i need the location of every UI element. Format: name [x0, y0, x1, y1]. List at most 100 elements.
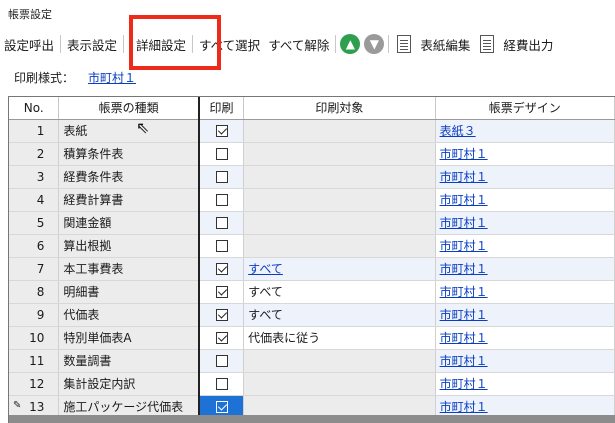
table-row[interactable]: 3 経費条件表 市町村１ [9, 165, 615, 189]
report-design-cell[interactable]: 市町村１ [435, 234, 615, 258]
table-row[interactable]: 4 経費計算書 市町村１ [9, 188, 615, 212]
report-design-cell[interactable]: 表紙３ [435, 119, 615, 143]
print-checkbox[interactable] [215, 309, 228, 321]
report-design-link[interactable]: 市町村１ [440, 216, 488, 230]
print-checkbox[interactable] [215, 263, 228, 275]
print-target-cell[interactable] [243, 372, 436, 396]
report-design-link[interactable]: 市町村１ [440, 400, 488, 414]
report-design-link[interactable]: 市町村１ [440, 147, 488, 161]
header-print[interactable]: 印刷 [198, 97, 245, 120]
report-design-link[interactable]: 市町村１ [440, 377, 488, 391]
report-kind-cell[interactable]: 集計設定内訳 [58, 372, 200, 396]
report-design-link[interactable]: 市町村１ [440, 170, 488, 184]
print-checkbox[interactable] [215, 240, 228, 252]
cover-edit-button[interactable]: 表紙編集 [416, 30, 474, 58]
report-kind-cell[interactable]: 表紙 [58, 119, 200, 143]
report-design-link[interactable]: 市町村１ [440, 308, 488, 322]
print-target-cell[interactable] [243, 349, 436, 373]
report-kind-cell[interactable]: 数量調書 [58, 349, 200, 373]
table-row[interactable]: 10 特別単価表A 代価表に従う 市町村１ [9, 326, 615, 350]
display-settings-button[interactable]: 表示設定 [63, 30, 121, 58]
print-checkbox[interactable] [215, 194, 228, 206]
expense-output-button[interactable]: 経費出力 [499, 30, 557, 58]
report-design-cell[interactable]: 市町村１ [435, 326, 615, 350]
table-row[interactable]: 1 表紙 表紙３ [9, 119, 615, 143]
print-style-link[interactable]: 市町村１ [88, 69, 136, 86]
header-kind[interactable]: 帳票の種類 [58, 97, 200, 120]
print-checkbox-cell[interactable] [198, 211, 245, 235]
report-design-link[interactable]: 市町村１ [440, 331, 488, 345]
print-target-cell[interactable] [243, 211, 436, 235]
report-design-cell[interactable]: 市町村１ [435, 188, 615, 212]
report-design-cell[interactable]: 市町村１ [435, 165, 615, 189]
select-all-button[interactable]: すべて選択 [195, 30, 264, 58]
print-checkbox[interactable] [215, 286, 228, 298]
table-row[interactable]: 7 本工事費表 すべて 市町村１ [9, 257, 615, 281]
print-checkbox-cell[interactable] [198, 349, 245, 373]
report-kind-cell[interactable]: 関連金額 [58, 211, 200, 235]
report-kind-cell[interactable]: 算出根拠 [58, 234, 200, 258]
detail-settings-button[interactable]: 詳細設定 [132, 30, 190, 58]
print-checkbox-cell[interactable] [198, 119, 245, 143]
report-design-cell[interactable]: 市町村１ [435, 303, 615, 327]
print-checkbox[interactable] [215, 171, 228, 183]
print-checkbox-cell[interactable] [198, 257, 245, 281]
table-row[interactable]: 8 明細書 すべて 市町村１ [9, 280, 615, 304]
report-kind-cell[interactable]: 積算条件表 [58, 142, 200, 166]
header-design[interactable]: 帳票デザイン [435, 97, 615, 120]
print-target-cell[interactable]: すべて [243, 280, 436, 304]
report-kind-cell[interactable]: 本工事費表 [58, 257, 200, 281]
print-checkbox[interactable] [215, 401, 228, 413]
table-row[interactable]: 12 集計設定内訳 市町村１ [9, 372, 615, 396]
print-checkbox[interactable] [215, 148, 228, 160]
report-design-cell[interactable]: 市町村１ [435, 257, 615, 281]
report-design-cell[interactable]: 市町村１ [435, 349, 615, 373]
print-target[interactable]: すべて [248, 262, 283, 276]
report-design-cell[interactable]: 市町村１ [435, 211, 615, 235]
report-design-link[interactable]: 表紙３ [440, 124, 476, 138]
print-checkbox-cell[interactable] [198, 372, 245, 396]
load-settings-button[interactable]: 設定呼出 [0, 30, 58, 58]
print-checkbox-cell[interactable] [198, 165, 245, 189]
arrow-down-circle-icon[interactable]: ▼ [364, 34, 385, 54]
print-checkbox-cell[interactable] [198, 188, 245, 212]
table-row[interactable]: 11 数量調書 市町村１ [9, 349, 615, 373]
report-kind-cell[interactable]: 特別単価表A [58, 326, 200, 350]
report-design-link[interactable]: 市町村１ [440, 193, 488, 207]
table-row[interactable]: 5 関連金額 市町村１ [9, 211, 615, 235]
deselect-all-button[interactable]: すべて解除 [264, 30, 333, 58]
document-icon[interactable] [480, 35, 495, 53]
print-target-cell[interactable] [243, 119, 436, 143]
report-design-cell[interactable]: 市町村１ [435, 372, 615, 396]
report-kind-cell[interactable]: 経費計算書 [58, 188, 200, 212]
report-design-link[interactable]: 市町村１ [440, 354, 488, 368]
print-target-cell[interactable]: 代価表に従う [243, 326, 436, 350]
report-design-link[interactable]: 市町村１ [440, 285, 488, 299]
print-target-cell[interactable] [243, 234, 436, 258]
report-kind-cell[interactable]: 代価表 [58, 303, 200, 327]
report-kind-cell[interactable]: 経費条件表 [58, 165, 200, 189]
print-checkbox[interactable] [215, 332, 228, 344]
print-target-cell[interactable]: すべて [243, 257, 436, 281]
print-checkbox[interactable] [215, 125, 228, 137]
report-design-link[interactable]: 市町村１ [440, 262, 488, 276]
report-design-cell[interactable]: 市町村１ [435, 142, 615, 166]
print-target-cell[interactable] [243, 142, 436, 166]
document-icon[interactable] [397, 35, 412, 53]
table-row[interactable]: 9 代価表 すべて 市町村１ [9, 303, 615, 327]
report-design-cell[interactable]: 市町村１ [435, 280, 615, 304]
print-checkbox[interactable] [215, 378, 228, 390]
print-checkbox-cell[interactable] [198, 280, 245, 304]
table-row[interactable]: 6 算出根拠 市町村１ [9, 234, 615, 258]
print-target-cell[interactable] [243, 188, 436, 212]
print-checkbox-cell[interactable] [198, 326, 245, 350]
table-row[interactable]: 2 積算条件表 市町村１ [9, 142, 615, 166]
print-target-cell[interactable]: すべて [243, 303, 436, 327]
print-checkbox-cell[interactable] [198, 142, 245, 166]
header-target[interactable]: 印刷対象 [243, 97, 436, 120]
arrow-up-circle-icon[interactable]: ▲ [340, 34, 361, 54]
print-checkbox[interactable] [215, 355, 228, 367]
print-checkbox[interactable] [215, 217, 228, 229]
print-checkbox-cell[interactable] [198, 234, 245, 258]
header-no[interactable]: No. [9, 97, 60, 120]
